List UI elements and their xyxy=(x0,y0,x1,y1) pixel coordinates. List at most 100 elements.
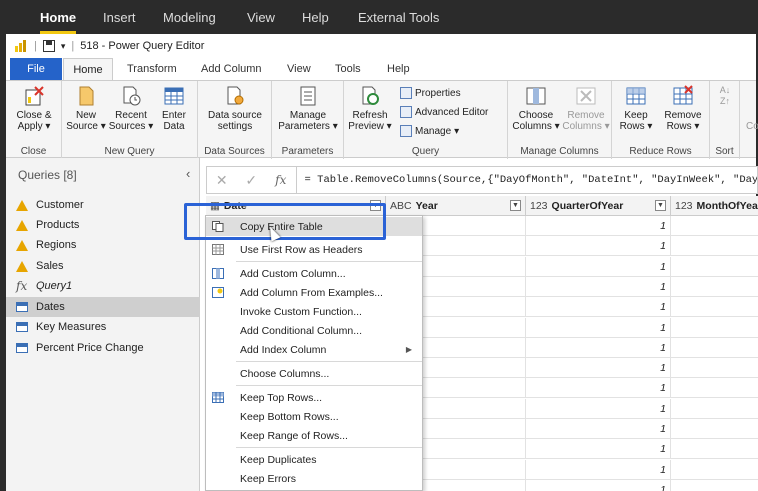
column-header-monthofyear[interactable]: 123 MonthOfYear xyxy=(671,196,758,216)
remove-columns-label: Remove Columns xyxy=(562,110,605,132)
query-label: Sales xyxy=(36,260,64,272)
new-source-label: New Source xyxy=(66,110,98,132)
quarter-cell[interactable]: 1 xyxy=(526,337,671,358)
menu-label: Invoke Custom Function... xyxy=(240,305,362,318)
quarter-cell[interactable]: 1 xyxy=(526,297,671,318)
query-item-percent-price-change[interactable]: Percent Price Change xyxy=(6,338,200,358)
menu-label: Keep Duplicates xyxy=(240,453,317,466)
menu-item-keep-duplicates[interactable]: Keep Duplicates xyxy=(206,450,422,469)
group-data-sources: Data source settings Data Sources xyxy=(198,81,272,159)
save-icon[interactable] xyxy=(42,40,55,52)
app-tab-modeling[interactable]: Modeling xyxy=(163,10,216,25)
fx-icon[interactable]: fx xyxy=(266,173,296,187)
choose-columns-button[interactable]: Choose Columns ▾ xyxy=(512,85,560,132)
menu-label: Add Column From Examples... xyxy=(240,286,383,299)
enter-data-label: Enter Data xyxy=(162,110,186,132)
quarter-cell[interactable]: 1 xyxy=(526,276,671,297)
data-source-settings-button[interactable]: Data source settings xyxy=(202,85,268,132)
data-source-settings-icon xyxy=(227,86,244,105)
menu-label: Keep Errors xyxy=(240,472,297,485)
keep-rows-icon xyxy=(626,87,646,105)
manage-parameters-button[interactable]: Manage Parameters ▾ xyxy=(276,85,340,132)
advanced-editor-button[interactable]: Advanced Editor xyxy=(400,106,488,118)
keep-rows-button[interactable]: Keep Rows ▾ xyxy=(614,85,658,132)
warning-icon xyxy=(16,239,28,251)
tab-file[interactable]: File xyxy=(10,58,62,80)
refresh-preview-button[interactable]: Refresh Preview ▾ xyxy=(348,85,392,132)
query-item-sales[interactable]: Sales xyxy=(6,256,200,276)
collapse-pane-icon[interactable]: ‹ xyxy=(186,166,190,181)
formula-input[interactable]: = Table.RemoveColumns(Source,{"DayOfMont… xyxy=(295,167,757,193)
recent-sources-button[interactable]: Recent Sources ▾ xyxy=(108,85,154,132)
formula-bar: ✕ ✓ fx = Table.RemoveColumns(Source,{"Da… xyxy=(206,166,758,194)
new-source-button[interactable]: New Source ▾ xyxy=(66,85,106,132)
tab-tools[interactable]: Tools xyxy=(335,63,361,75)
window-titlebar: | ▾ | 518 - Power Query Editor xyxy=(6,34,756,58)
menu-item-choose-columns[interactable]: Choose Columns... xyxy=(206,364,422,383)
menu-item-add-index-column[interactable]: Add Index Column ▶ xyxy=(206,340,422,359)
manage-button[interactable]: Manage ▾ xyxy=(400,125,459,137)
remove-rows-button[interactable]: Remove Rows ▾ xyxy=(660,85,706,132)
menu-item-keep-top-rows[interactable]: Keep Top Rows... xyxy=(206,388,422,407)
close-apply-button[interactable]: Close & Apply ▾ xyxy=(12,85,56,132)
warning-icon xyxy=(16,199,28,211)
keep-rows-icon xyxy=(212,392,224,403)
query-item-products[interactable]: Products xyxy=(6,215,200,235)
query-label: Percent Price Change xyxy=(36,342,144,354)
quarter-cell[interactable]: 1 xyxy=(526,216,671,236)
ribbon-tab-bar: File Home Transform Add Column View Tool… xyxy=(6,58,756,80)
quick-access-dropdown-icon[interactable]: ▾ xyxy=(61,41,66,52)
quarter-cell[interactable]: 1 xyxy=(526,317,671,338)
submenu-arrow-icon: ▶ xyxy=(405,345,412,354)
menu-item-keep-bottom-rows[interactable]: Keep Bottom Rows... xyxy=(206,407,422,426)
tab-view[interactable]: View xyxy=(287,63,311,75)
menu-item-add-custom-column[interactable]: Add Custom Column... xyxy=(206,264,422,283)
query-item-regions[interactable]: Regions xyxy=(6,235,200,255)
tab-add-column[interactable]: Add Column xyxy=(201,63,262,75)
quarter-cell[interactable]: 1 xyxy=(526,378,671,399)
menu-label: Keep Bottom Rows... xyxy=(240,410,339,423)
menu-item-add-conditional-column[interactable]: Add Conditional Column... xyxy=(206,321,422,340)
quarter-cell[interactable]: 1 xyxy=(526,459,671,480)
column-filter-icon[interactable]: ▼ xyxy=(655,200,666,211)
quarter-cell[interactable]: 1 xyxy=(526,256,671,277)
remove-columns-button[interactable]: Remove Columns ▾ xyxy=(562,85,610,132)
keep-rows-label: Keep Rows xyxy=(619,110,648,132)
cancel-formula-icon[interactable]: ✕ xyxy=(207,172,237,189)
query-item-key-measures[interactable]: Key Measures xyxy=(6,317,200,337)
tab-help[interactable]: Help xyxy=(387,63,410,75)
app-tab-view[interactable]: View xyxy=(247,10,275,25)
query-label: Query1 xyxy=(36,280,73,292)
menu-item-keep-errors[interactable]: Keep Errors xyxy=(206,469,422,488)
quarter-cell[interactable]: 1 xyxy=(526,398,671,419)
query-item-customer[interactable]: Customer xyxy=(6,195,200,215)
column-filter-icon[interactable]: ▼ xyxy=(510,200,521,211)
group-manage-columns: Choose Columns ▾ Remove Columns ▾ Manage… xyxy=(508,81,612,159)
column-header-quarterofyear[interactable]: 123 QuarterOfYear ▼ xyxy=(526,196,671,216)
quarter-cell[interactable]: 1 xyxy=(526,358,671,379)
menu-item-add-column-from-examples[interactable]: Add Column From Examples... xyxy=(206,283,422,302)
menu-item-keep-range-of-rows[interactable]: Keep Range of Rows... xyxy=(206,426,422,445)
menu-item-use-first-row-as-headers[interactable]: Use First Row as Headers xyxy=(206,240,422,259)
tab-home[interactable]: Home xyxy=(63,58,113,80)
combine-button-partial[interactable]: Co xyxy=(746,121,758,132)
quarter-cell[interactable]: 1 xyxy=(526,479,671,491)
quarter-cell[interactable]: 1 xyxy=(526,236,671,257)
query-item-query1[interactable]: fx Query1 xyxy=(6,276,200,296)
tab-transform[interactable]: Transform xyxy=(127,63,177,75)
confirm-formula-icon[interactable]: ✓ xyxy=(237,172,267,189)
app-tab-external-tools[interactable]: External Tools xyxy=(358,10,439,25)
ribbon: Close & Apply ▾ Close New Source ▾ Recen… xyxy=(6,80,758,159)
query-item-dates[interactable]: Dates xyxy=(6,297,200,317)
app-tab-help[interactable]: Help xyxy=(302,10,329,25)
app-tab-insert[interactable]: Insert xyxy=(103,10,136,25)
properties-button[interactable]: Properties xyxy=(400,87,461,99)
data-source-settings-label: Data source settings xyxy=(208,110,262,132)
column-header-year[interactable]: ABC Year ▼ xyxy=(386,196,526,216)
enter-data-button[interactable]: Enter Data xyxy=(156,85,192,132)
quarter-cell[interactable]: 1 xyxy=(526,439,671,460)
quarter-cell[interactable]: 1 xyxy=(526,419,671,439)
sort-ascending-button[interactable]: A↓ Z↑ xyxy=(716,85,734,107)
app-tab-home[interactable]: Home xyxy=(40,10,77,34)
menu-item-invoke-custom-function[interactable]: Invoke Custom Function... xyxy=(206,302,422,321)
